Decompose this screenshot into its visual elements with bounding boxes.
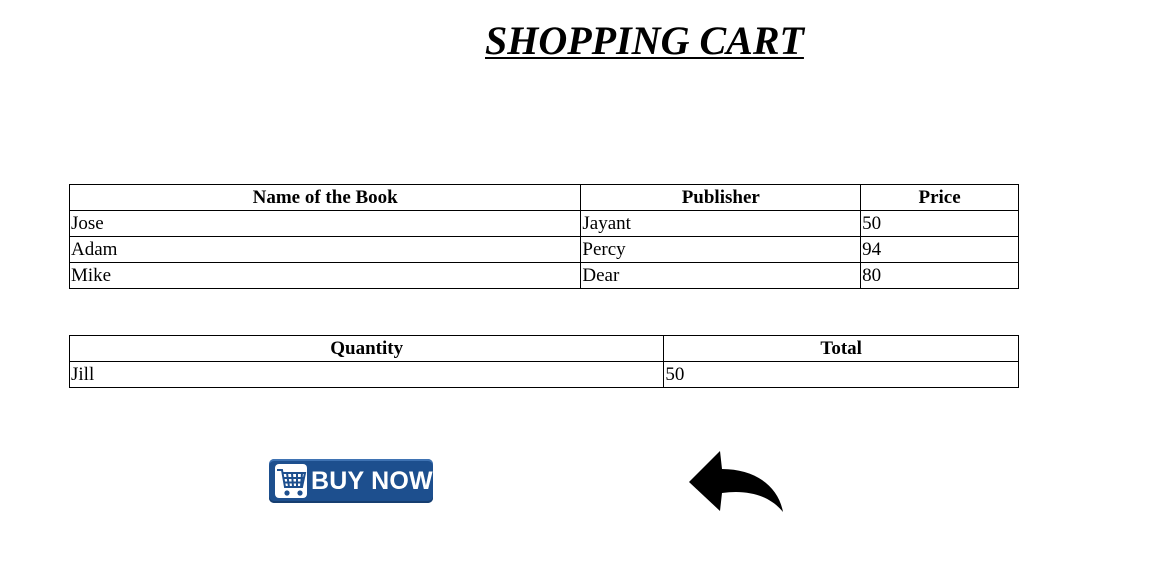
price-cell: 80: [860, 262, 1019, 289]
price-cell: 50: [860, 210, 1019, 237]
quantity-cell: Jill: [68, 361, 665, 388]
column-header-price: Price: [860, 184, 1019, 211]
book-name-cell: Jose: [68, 210, 582, 237]
publisher-cell: Percy: [580, 236, 862, 263]
page-title: SHOPPING CART: [485, 18, 804, 63]
publisher-cell: Dear: [580, 262, 862, 289]
price-cell: 94: [860, 236, 1019, 263]
books-table: Name of the Book Publisher Price Jose Ja…: [68, 184, 1019, 289]
column-header-book-name: Name of the Book: [68, 184, 582, 211]
book-name-cell: Mike: [68, 262, 582, 289]
buy-now-button[interactable]: BUY NOW: [269, 459, 433, 503]
table-row: Adam Percy 94: [68, 236, 1019, 263]
reply-arrow-icon: [689, 451, 783, 512]
column-header-quantity: Quantity: [68, 335, 665, 362]
book-name-cell: Adam: [68, 236, 582, 263]
table-header-row: Name of the Book Publisher Price: [68, 184, 1019, 211]
table-row: Jose Jayant 50: [68, 210, 1019, 237]
column-header-publisher: Publisher: [580, 184, 862, 211]
shopping-cart-icon: [273, 461, 309, 501]
publisher-cell: Jayant: [580, 210, 862, 237]
back-button[interactable]: [686, 449, 786, 515]
total-cell: 50: [663, 361, 1019, 388]
table-row: Mike Dear 80: [68, 262, 1019, 289]
buy-now-label: BUY NOW: [311, 466, 433, 495]
column-header-total: Total: [663, 335, 1019, 362]
totals-table: Quantity Total Jill 50: [68, 335, 1019, 388]
table-header-row: Quantity Total: [68, 335, 1019, 362]
table-row: Jill 50: [68, 361, 1019, 388]
